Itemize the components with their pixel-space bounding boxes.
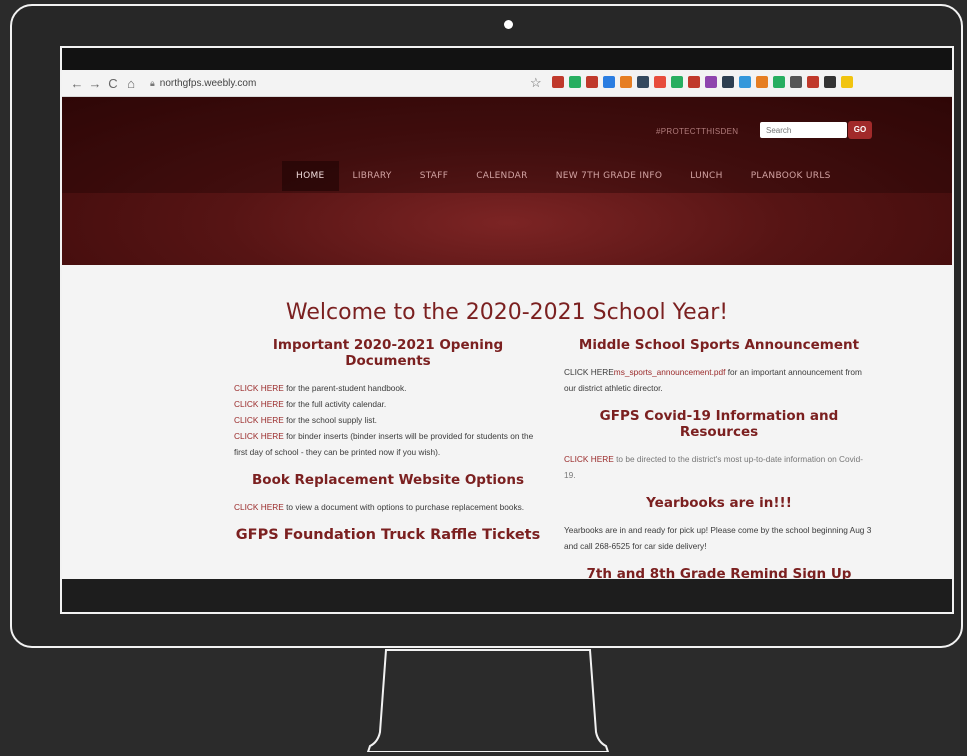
sports-pdf-link[interactable]: ms_sports_announcement.pdf: [614, 367, 726, 377]
extension-icon[interactable]: [739, 76, 751, 88]
extension-icon[interactable]: [569, 76, 581, 88]
extension-icon[interactable]: [841, 76, 853, 88]
extension-icon[interactable]: [586, 76, 598, 88]
nav-planbook-urls[interactable]: PLANBOOK URLS: [737, 161, 845, 191]
yearbook-text: Yearbooks are in and ready for pick up! …: [564, 525, 872, 551]
website: #PROTECTTHISDEN GO HOME LIBRARY STAFF CA…: [62, 97, 952, 612]
covid-heading: GFPS Covid-19 Information and Resources: [599, 408, 839, 440]
nav-new-7th-grade-info[interactable]: NEW 7TH GRADE INFO: [542, 161, 677, 191]
home-icon[interactable]: ⌂: [122, 76, 140, 91]
covid-link[interactable]: CLICK HERE: [564, 454, 614, 464]
binder-inserts-link[interactable]: CLICK HERE: [234, 431, 284, 441]
list-item: CLICK HERE for the full activity calenda…: [234, 399, 387, 409]
browser-toolbar: ← → C ⌂ 🔒︎ northgfps.weebly.com ☆: [62, 70, 952, 97]
search-input[interactable]: [760, 122, 847, 138]
opening-documents-heading: Important 2020-2021 Opening Documents: [272, 337, 504, 369]
list-item: CLICK HERE for the parent-student handbo…: [234, 383, 407, 393]
list-item: CLICK HERE for the school supply list.: [234, 415, 377, 425]
extensions-row: [552, 76, 853, 88]
extension-icon[interactable]: [603, 76, 615, 88]
book-replacement-heading: Book Replacement Website Options: [252, 472, 524, 488]
extension-icon[interactable]: [790, 76, 802, 88]
nav-lunch[interactable]: LUNCH: [676, 161, 736, 191]
nav-library[interactable]: LIBRARY: [339, 161, 406, 191]
bookmark-star-icon[interactable]: ☆: [530, 75, 542, 91]
nav-home[interactable]: HOME: [282, 161, 339, 191]
extension-icon[interactable]: [722, 76, 734, 88]
main-content: Welcome to the 2020-2021 School Year! Im…: [62, 265, 952, 612]
book-replacement-text: CLICK HERE to view a document with optio…: [234, 502, 525, 512]
reload-icon[interactable]: C: [104, 76, 122, 91]
nav-staff[interactable]: STAFF: [406, 161, 463, 191]
address-bar[interactable]: northgfps.weebly.com: [160, 78, 257, 89]
extension-icon[interactable]: [552, 76, 564, 88]
search-go-button[interactable]: GO: [848, 121, 872, 139]
sports-heading: Middle School Sports Announcement: [578, 337, 860, 353]
forward-icon[interactable]: →: [86, 76, 104, 91]
extension-icon[interactable]: [807, 76, 819, 88]
yearbook-heading: Yearbooks are in!!!: [646, 495, 792, 511]
nav-calendar[interactable]: CALENDAR: [462, 161, 541, 191]
monitor-stand: [366, 649, 610, 752]
lock-icon: 🔒︎: [150, 77, 155, 88]
extension-icon[interactable]: [671, 76, 683, 88]
extension-icon[interactable]: [756, 76, 768, 88]
supply-list-link[interactable]: CLICK HERE: [234, 415, 284, 425]
left-column: Important 2020-2021 Opening Documents CL…: [234, 337, 542, 554]
screen-bottom-bezel: [62, 579, 952, 612]
truck-raffle-heading: GFPS Foundation Truck Raffle Tickets: [235, 527, 541, 543]
hero-banner: #PROTECTTHISDEN GO HOME LIBRARY STAFF CA…: [62, 97, 952, 265]
main-nav: HOME LIBRARY STAFF CALENDAR NEW 7TH GRAD…: [282, 161, 845, 191]
list-item: CLICK HERE for binder inserts (binder in…: [234, 431, 534, 457]
extension-icon[interactable]: [620, 76, 632, 88]
activity-calendar-link[interactable]: CLICK HERE: [234, 399, 284, 409]
screen-top-bezel: [62, 48, 952, 70]
extension-icon[interactable]: [688, 76, 700, 88]
handbook-link[interactable]: CLICK HERE: [234, 383, 284, 393]
extension-icon[interactable]: [637, 76, 649, 88]
screen: ← → C ⌂ 🔒︎ northgfps.weebly.com ☆ #PROTE…: [60, 46, 954, 614]
camera-icon: [504, 20, 513, 29]
tagline: #PROTECTTHISDEN: [656, 127, 739, 136]
extension-icon[interactable]: [705, 76, 717, 88]
opening-documents-list: CLICK HERE for the parent-student handbo…: [234, 380, 542, 460]
covid-text: CLICK HERE to be directed to the distric…: [564, 454, 864, 480]
sports-text: CLICK HEREms_sports_announcement.pdf for…: [564, 367, 862, 393]
right-column: Middle School Sports Announcement CLICK …: [564, 337, 874, 593]
extension-icon[interactable]: [654, 76, 666, 88]
page-title: Welcome to the 2020-2021 School Year!: [285, 300, 729, 325]
extension-icon[interactable]: [824, 76, 836, 88]
book-replacement-link[interactable]: CLICK HERE: [234, 502, 284, 512]
extension-icon[interactable]: [773, 76, 785, 88]
back-icon[interactable]: ←: [68, 76, 86, 91]
monitor-frame: ← → C ⌂ 🔒︎ northgfps.weebly.com ☆ #PROTE…: [10, 4, 963, 648]
